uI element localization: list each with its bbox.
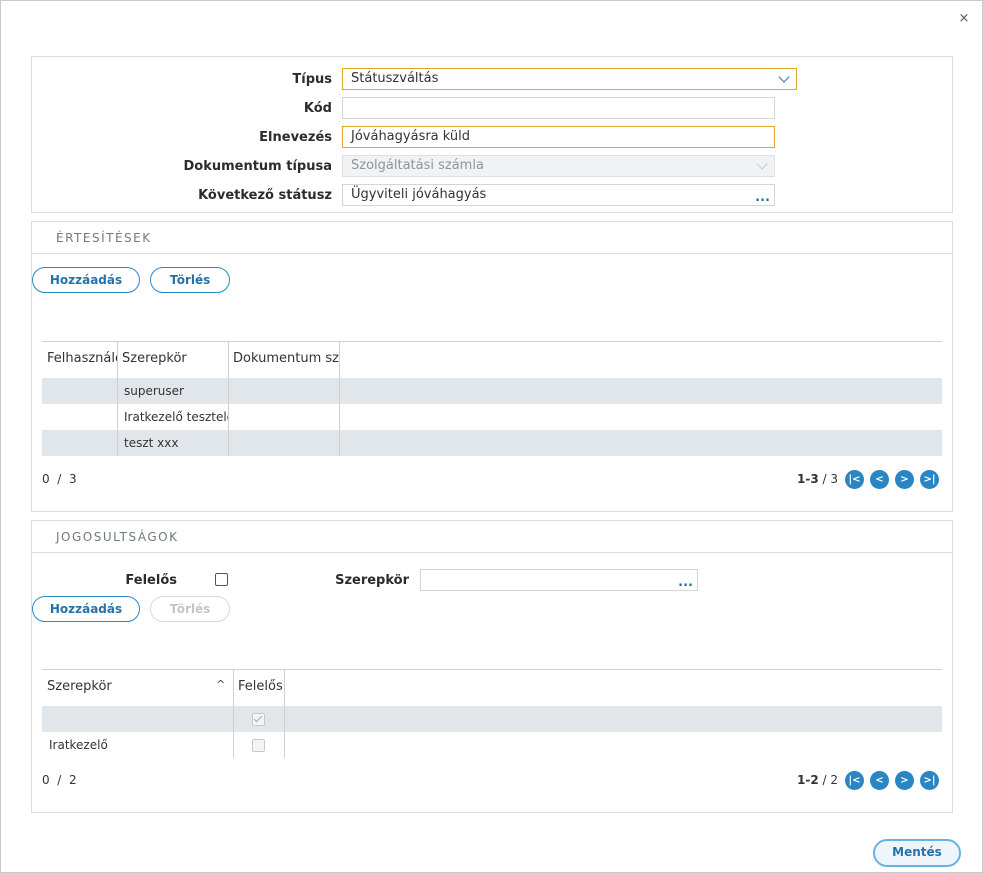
ellipsis-icon[interactable]: ...: [678, 573, 693, 593]
notifications-header: ÉRTESÍTÉSEK: [32, 222, 952, 254]
ellipsis-icon[interactable]: ...: [755, 188, 770, 208]
felelos-label: Felelős: [125, 573, 177, 588]
felelos-checkbox[interactable]: [215, 573, 228, 586]
page-range: 1-2 / 2: [797, 773, 838, 787]
count-separator: /: [57, 773, 62, 787]
column-divider[interactable]: [117, 341, 118, 456]
prev-page-icon[interactable]: <: [870, 470, 889, 489]
elnevezes-label: Elnevezés: [259, 130, 332, 145]
notifications-table: Felhasználó Szerepkör Dokumentum szerepk…: [42, 341, 942, 459]
table-cell: [42, 706, 233, 732]
count-separator: /: [57, 472, 62, 486]
range-total: 2: [830, 773, 838, 787]
tipus-select[interactable]: Státuszváltás: [342, 68, 797, 90]
notifications-add-button[interactable]: Hozzáadás: [32, 267, 140, 293]
permissions-header: JOGOSULTSÁGOK: [32, 521, 952, 553]
table-cell: Iratkezelő: [49, 738, 108, 752]
range-value: 1-2: [797, 773, 819, 787]
permissions-table: Szerepkör ^ Felelős Iratkezelő: [42, 669, 942, 759]
selection-count: 0 / 2: [42, 773, 77, 787]
column-header-szerepkor[interactable]: Szerepkör: [117, 341, 228, 377]
permissions-add-button[interactable]: Hozzáadás: [32, 596, 140, 622]
tipus-value: Státuszváltás: [351, 71, 439, 86]
column-divider[interactable]: [228, 341, 229, 456]
save-button[interactable]: Mentés: [873, 839, 961, 867]
selection-count: 0 / 3: [42, 472, 77, 486]
szerepkor-lookup[interactable]: ...: [420, 569, 698, 591]
dokumentum-tipusa-value: Szolgáltatási számla: [351, 158, 484, 173]
tipus-label: Típus: [292, 72, 332, 87]
table-row[interactable]: Iratkezelő: [42, 732, 942, 758]
dokumentum-tipusa-label: Dokumentum típusa: [183, 159, 332, 174]
total-count: 2: [68, 773, 77, 787]
selected-count: 0: [42, 472, 50, 486]
permissions-delete-button: Törlés: [150, 596, 230, 622]
dialog: × Típus Státuszváltás Kód Elnevezés Jóvá…: [0, 0, 983, 873]
column-header-felhasznalo[interactable]: Felhasználó: [42, 341, 117, 377]
column-header-szerepkor[interactable]: Szerepkör: [42, 669, 233, 705]
column-divider[interactable]: [284, 669, 285, 758]
first-page-icon[interactable]: |<: [845, 470, 864, 489]
notifications-title: ÉRTESÍTÉSEK: [56, 231, 152, 245]
table-cell: teszt xxx: [124, 436, 179, 450]
notifications-panel: ÉRTESÍTÉSEK Hozzáadás Törlés Felhasználó…: [31, 221, 953, 512]
felelos-cell-checkbox: [252, 713, 265, 726]
elnevezes-input[interactable]: Jóváhagyásra küld: [342, 126, 775, 148]
next-page-icon[interactable]: >: [895, 470, 914, 489]
table-cell: Iratkezelő tesztelés: [124, 410, 228, 424]
kovetkezo-statusz-value: Ügyviteli jóváhagyás: [351, 187, 487, 202]
kod-label: Kód: [303, 101, 332, 116]
kod-input[interactable]: [342, 97, 775, 119]
column-header-felelos[interactable]: Felelős: [233, 669, 284, 705]
table-row[interactable]: teszt xxx: [42, 430, 942, 456]
szerepkor-filter-label: Szerepkör: [335, 573, 409, 588]
kovetkezo-statusz-lookup[interactable]: Ügyviteli jóváhagyás ...: [342, 184, 775, 206]
form-panel: Típus Státuszváltás Kód Elnevezés Jóváha…: [31, 56, 953, 213]
dokumentum-tipusa-select: Szolgáltatási számla: [342, 155, 775, 177]
column-divider[interactable]: [233, 669, 234, 758]
last-page-icon[interactable]: >|: [920, 470, 939, 489]
sort-ascending-icon[interactable]: ^: [216, 678, 225, 691]
total-count: 3: [68, 472, 77, 486]
permissions-title: JOGOSULTSÁGOK: [56, 530, 179, 544]
notifications-delete-button[interactable]: Törlés: [150, 267, 230, 293]
first-page-icon[interactable]: |<: [845, 771, 864, 790]
kovetkezo-statusz-label: Következő státusz: [198, 188, 332, 203]
selected-count: 0: [42, 773, 50, 787]
felelos-cell-checkbox: [252, 739, 265, 752]
range-value: 1-3: [797, 472, 819, 486]
last-page-icon[interactable]: >|: [920, 771, 939, 790]
permissions-panel: JOGOSULTSÁGOK Felelős Szerepkör ... Hozz…: [31, 520, 953, 813]
next-page-icon[interactable]: >: [895, 771, 914, 790]
table-row[interactable]: [42, 706, 942, 732]
elnevezes-value: Jóváhagyásra küld: [351, 129, 471, 144]
range-total: 3: [830, 472, 838, 486]
column-divider[interactable]: [339, 341, 340, 456]
column-header-dokumentum-szerepkor[interactable]: Dokumentum szerepkör: [228, 341, 339, 377]
table-row[interactable]: superuser: [42, 378, 942, 404]
table-cell: superuser: [124, 384, 184, 398]
check-icon: [253, 713, 263, 723]
close-icon[interactable]: ×: [957, 11, 971, 27]
chevron-down-icon: [778, 71, 790, 83]
chevron-down-icon: [756, 158, 768, 170]
prev-page-icon[interactable]: <: [870, 771, 889, 790]
table-row[interactable]: Iratkezelő tesztelés: [42, 404, 942, 430]
page-range: 1-3 / 3: [797, 472, 838, 486]
